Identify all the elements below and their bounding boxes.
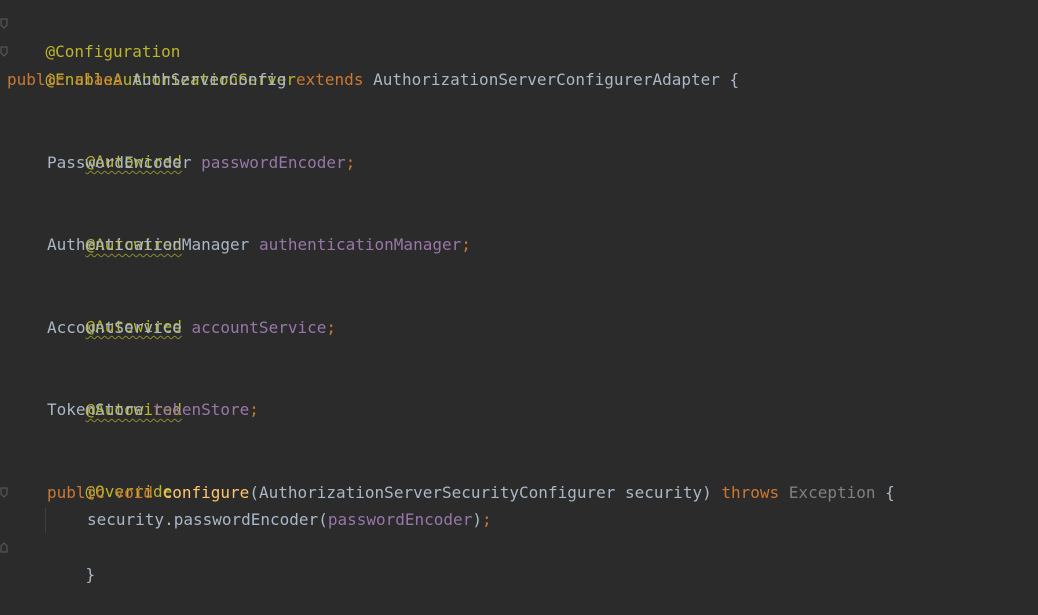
type-name: AccountService bbox=[47, 318, 182, 337]
keyword: throws bbox=[721, 483, 780, 502]
code-line[interactable]: TokenStore tokenStore; bbox=[47, 396, 259, 423]
keyword: class bbox=[74, 70, 123, 89]
keyword: void bbox=[114, 483, 153, 502]
brace: { bbox=[885, 483, 895, 502]
field-name: accountService bbox=[191, 318, 327, 337]
field-name: passwordEncoder bbox=[327, 510, 473, 529]
paren: ) bbox=[472, 510, 482, 529]
paren: ( bbox=[318, 510, 328, 529]
method-name: configure bbox=[162, 483, 250, 502]
type-name: AuthenticationManager bbox=[47, 235, 250, 254]
code-line[interactable]: security.passwordEncoder(passwordEncoder… bbox=[87, 506, 492, 533]
code-line[interactable]: PasswordEncoder passwordEncoder; bbox=[47, 149, 355, 176]
semicolon: ; bbox=[345, 153, 356, 172]
keyword: extends bbox=[296, 70, 364, 89]
brace: } bbox=[85, 565, 96, 584]
paren: ) bbox=[702, 483, 712, 502]
code-line[interactable]: AuthenticationManager authenticationMana… bbox=[47, 231, 471, 258]
code-line[interactable]: @Autowired bbox=[47, 369, 182, 419]
code-line[interactable]: } bbox=[47, 534, 96, 584]
semicolon: ; bbox=[326, 318, 336, 337]
field-name: passwordEncoder bbox=[201, 153, 346, 172]
method-call: security.passwordEncoder bbox=[87, 510, 319, 529]
code-line[interactable]: @EnableAuthorizationServer bbox=[7, 39, 296, 89]
code-line[interactable]: @Autowired bbox=[47, 286, 182, 336]
paren: ( bbox=[249, 483, 259, 502]
code-line[interactable]: public class AuthServerConfig extends Au… bbox=[7, 66, 739, 93]
semicolon: ; bbox=[249, 400, 259, 419]
code-line[interactable]: AccountService accountService; bbox=[47, 314, 336, 341]
indent-guide bbox=[45, 508, 46, 533]
field-name: tokenStore bbox=[152, 400, 250, 419]
brace: { bbox=[729, 70, 740, 89]
code-line[interactable]: @Autowired bbox=[47, 204, 182, 254]
keyword: public bbox=[7, 70, 65, 89]
fold-end-marker-icon[interactable] bbox=[0, 541, 8, 553]
superclass-name: AuthorizationServerConfigurerAdapter bbox=[373, 70, 720, 89]
semicolon: ; bbox=[461, 235, 471, 254]
override-method-icon[interactable] bbox=[0, 487, 8, 499]
param-type: AuthorizationServerSecurityConfigurer bbox=[258, 483, 616, 502]
class-name: AuthServerConfig bbox=[132, 70, 287, 89]
field-name: authenticationManager bbox=[258, 235, 462, 254]
type-name: TokenStore bbox=[47, 400, 144, 419]
code-editor[interactable]: @Configuration @EnableAuthorizationServe… bbox=[0, 0, 1038, 584]
code-line[interactable]: @Autowired bbox=[47, 121, 182, 171]
type-name: PasswordEncoder bbox=[47, 153, 192, 172]
exception-name: Exception bbox=[788, 483, 876, 502]
code-line[interactable]: @Override bbox=[47, 451, 173, 501]
code-line[interactable]: @Configuration bbox=[7, 11, 181, 61]
semicolon: ; bbox=[481, 510, 492, 529]
code-line[interactable]: public void configure(AuthorizationServe… bbox=[47, 479, 895, 506]
keyword: public bbox=[47, 483, 105, 502]
param-name: security bbox=[625, 483, 703, 502]
